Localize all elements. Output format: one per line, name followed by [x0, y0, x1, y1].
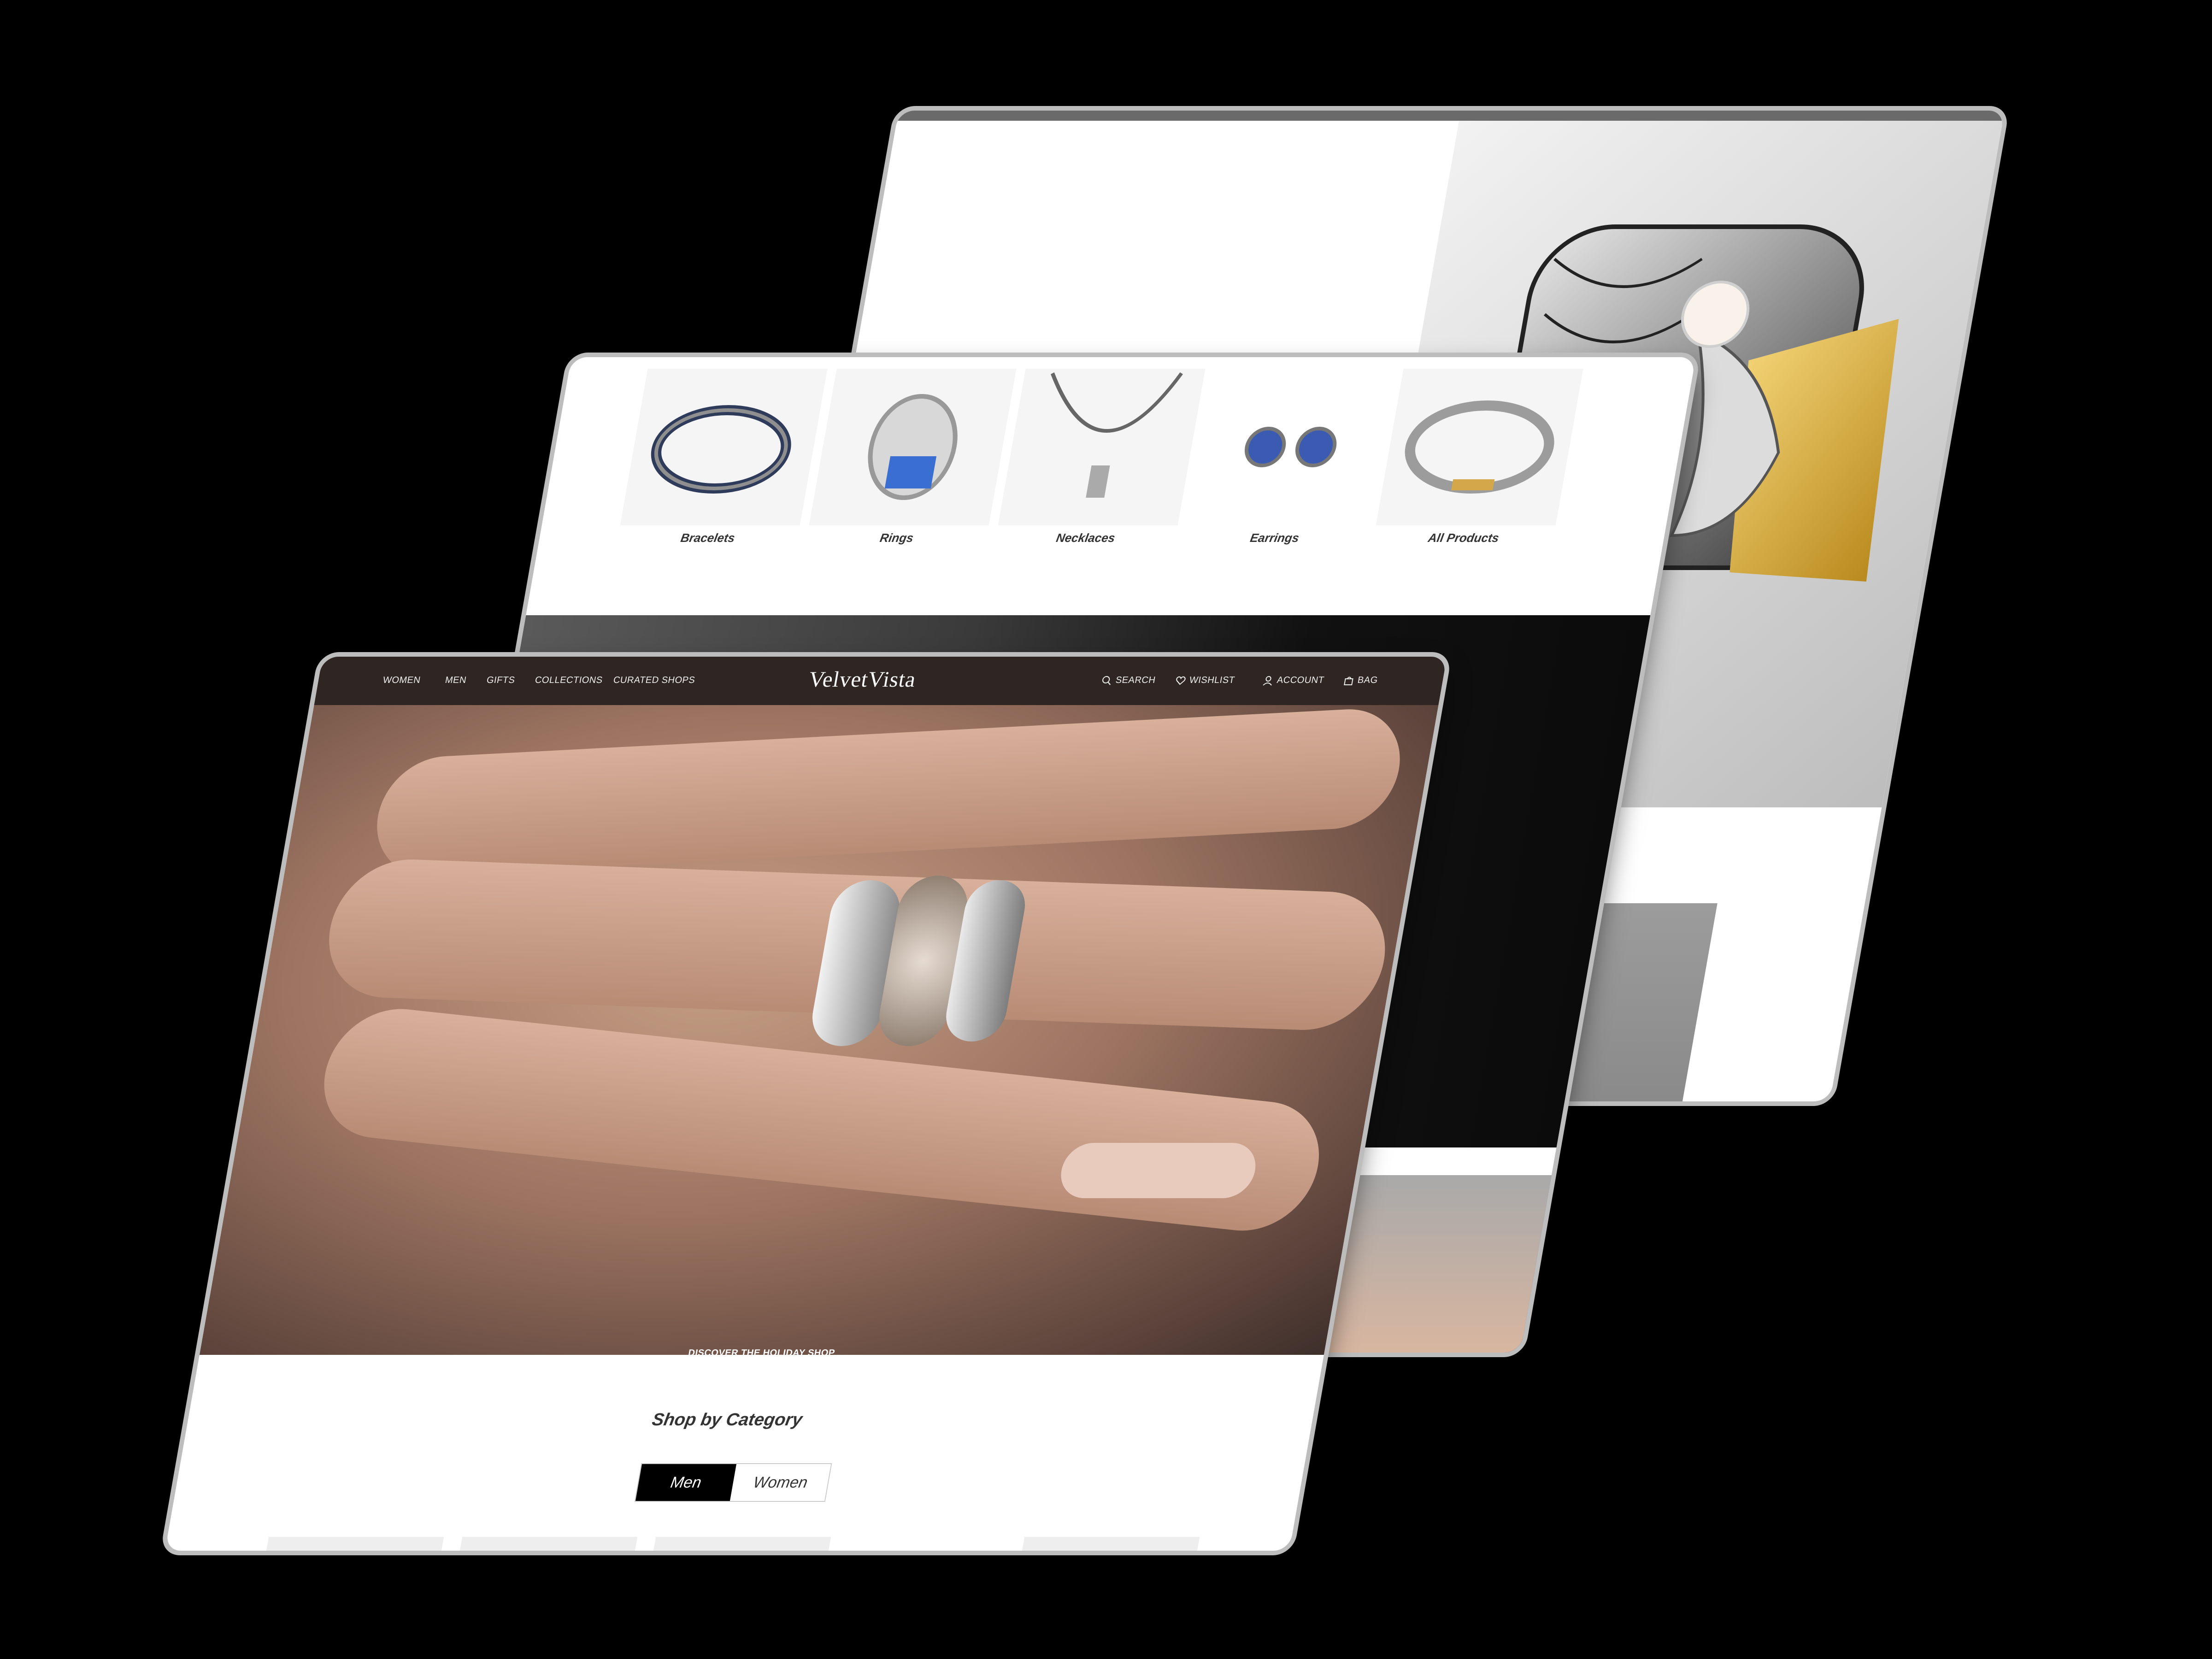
nav-curated-shops[interactable]: CURATED SHOPS — [612, 675, 696, 686]
category-label: Bracelets — [679, 531, 736, 545]
back-top-bar — [897, 111, 2005, 121]
earrings-icon — [1244, 427, 1337, 467]
nav-collections[interactable]: COLLECTIONS — [534, 675, 604, 686]
heart-icon — [1176, 676, 1186, 685]
category-label: Earrings — [1249, 531, 1300, 545]
category-thumbnail-peek — [266, 1537, 444, 1551]
category-bracelets[interactable]: Bracelets — [620, 369, 828, 545]
category-thumbnails: Bracelets Rings Necklaces Earrings All P… — [620, 369, 1597, 545]
bag-label: BAG — [1357, 675, 1379, 685]
nav-bag[interactable]: BAG — [1343, 675, 1379, 686]
account-label: ACCOUNT — [1276, 675, 1325, 685]
category-rings[interactable]: Rings — [809, 369, 1017, 545]
nav-men[interactable]: MEN — [444, 675, 467, 686]
toggle-women[interactable]: Women — [729, 1464, 831, 1501]
search-icon — [1102, 676, 1111, 685]
finger-shape — [370, 706, 1407, 879]
toggle-men[interactable]: Men — [635, 1464, 737, 1501]
category-label: Necklaces — [1055, 531, 1117, 545]
fingernail — [1056, 1143, 1260, 1198]
category-thumbnail-peek — [459, 1537, 638, 1551]
category-label: Rings — [879, 531, 915, 545]
user-icon — [1263, 676, 1272, 686]
ring-icon — [868, 394, 958, 500]
category-label: All Products — [1427, 531, 1500, 545]
brand-logo[interactable]: VelvetVista — [800, 667, 924, 692]
shop-by-category-title: Shop by Category — [650, 1410, 804, 1430]
category-all-products[interactable]: All Products — [1376, 369, 1583, 545]
category-thumbnail-peek — [653, 1537, 831, 1551]
category-gender-toggle: Men Women — [634, 1463, 832, 1502]
hero-image: DISCOVER THE HOLIDAY SHOP — [199, 705, 1439, 1358]
category-thumbnail-peek — [1022, 1537, 1200, 1551]
bracelet-icon — [651, 405, 791, 494]
top-navigation: WOMEN MEN GIFTS COLLECTIONS CURATED SHOP… — [314, 657, 1447, 705]
front-page-preview: WOMEN MEN GIFTS COLLECTIONS CURATED SHOP… — [165, 657, 1447, 1551]
discover-holiday-shop-link[interactable]: DISCOVER THE HOLIDAY SHOP — [687, 1348, 836, 1359]
nav-search[interactable]: SEARCH — [1101, 675, 1156, 686]
nav-women[interactable]: WOMEN — [382, 675, 421, 686]
search-label: SEARCH — [1115, 675, 1157, 685]
nav-gifts[interactable]: GIFTS — [486, 675, 516, 686]
category-necklaces[interactable]: Necklaces — [998, 369, 1206, 545]
wishlist-label: WISHLIST — [1188, 675, 1236, 685]
necklace-icon — [1050, 372, 1183, 498]
bag-icon — [1344, 677, 1353, 685]
nav-wishlist[interactable]: WISHLIST — [1175, 675, 1236, 686]
chain-bracelet-icon — [1405, 400, 1554, 494]
category-earrings[interactable]: Earrings — [1187, 369, 1394, 545]
nav-account[interactable]: ACCOUNT — [1262, 675, 1325, 686]
